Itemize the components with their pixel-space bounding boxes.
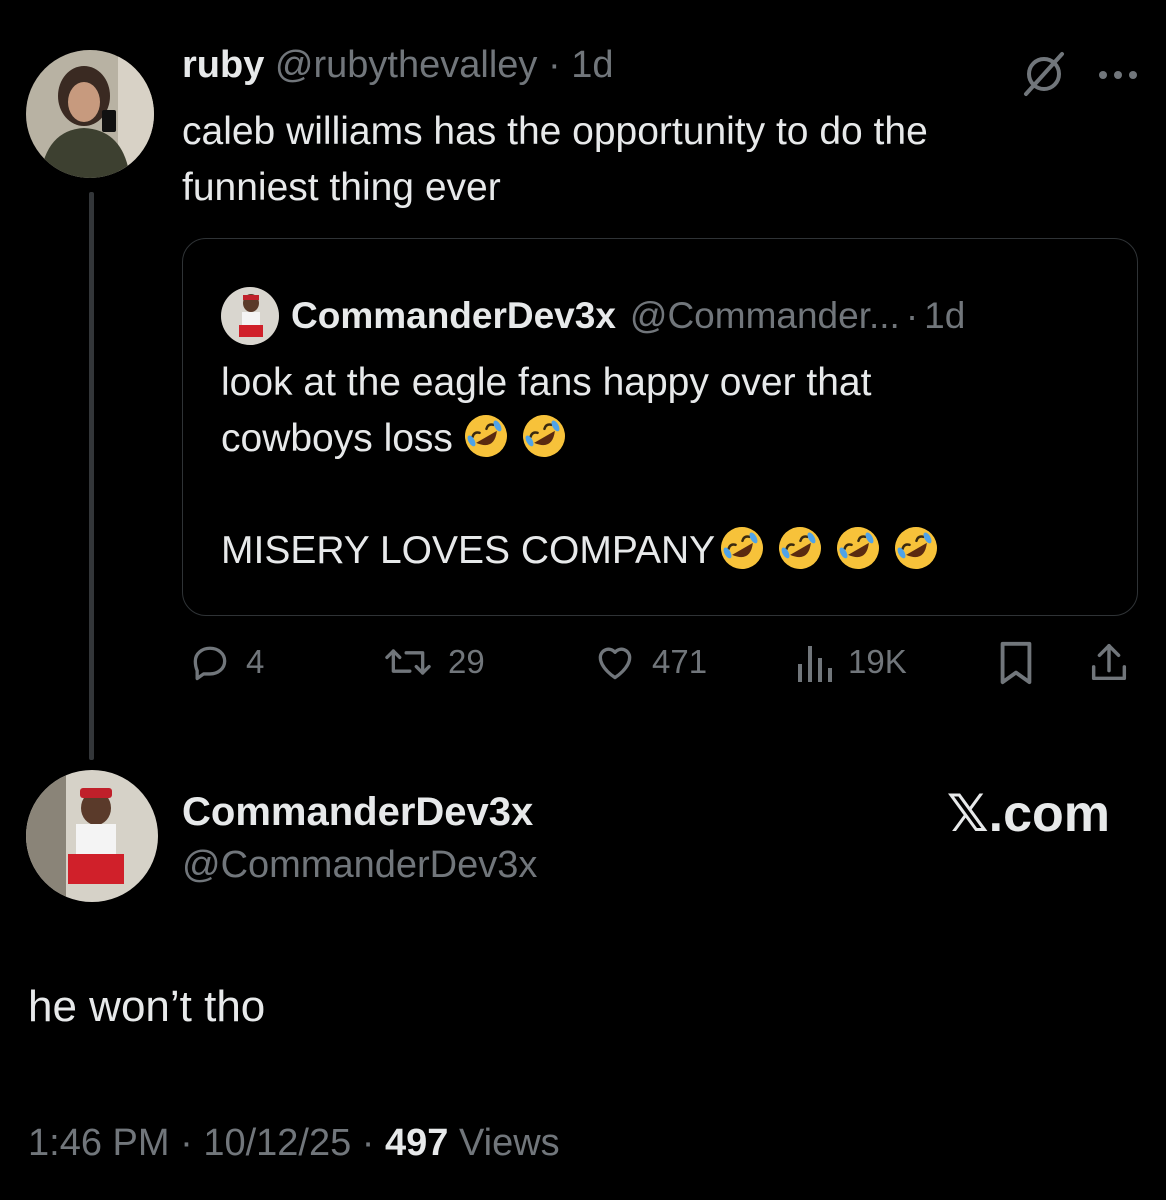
ruby-avatar[interactable] (26, 50, 154, 178)
quoted-line-1: look at the eagle fans happy over that (221, 355, 1101, 411)
laughing-emoji-icon (833, 523, 883, 573)
quoted-line-2-text: cowboys loss (221, 417, 453, 460)
x-brand-logo: 𝕏.com (946, 785, 1110, 843)
laughing-emoji-icon (717, 523, 767, 573)
commanderdev3x-avatar[interactable] (26, 770, 158, 902)
like-button[interactable]: 471 (592, 640, 707, 684)
meta-separator: · (180, 1122, 193, 1164)
meta-separator: · (361, 1122, 375, 1164)
views-label: Views (458, 1122, 560, 1164)
views-button[interactable]: 19K (794, 640, 907, 684)
reply-icon (193, 646, 227, 681)
quoted-line-3-text: MISERY LOVES COMPANY (221, 529, 716, 572)
share-button[interactable] (1086, 640, 1132, 686)
repost-icon (385, 649, 431, 675)
more-options-icon[interactable] (1098, 68, 1138, 86)
reply-text: he won’t tho (28, 982, 266, 1031)
timestamp[interactable]: 1d (571, 44, 613, 86)
handle[interactable]: @rubythevalley (275, 44, 537, 86)
laughing-emoji-icon (519, 411, 569, 461)
thread-line (89, 192, 94, 760)
share-icon (1091, 644, 1127, 681)
reply-handle[interactable]: @CommanderDev3x (182, 844, 537, 887)
quoted-display-name[interactable]: CommanderDev3x (291, 295, 616, 337)
repost-button[interactable]: 29 (382, 640, 485, 684)
tweet-top-icons (1018, 48, 1138, 105)
quoted-tweet-text: look at the eagle fans happy over that c… (221, 355, 1101, 579)
quoted-timestamp[interactable]: 1d (924, 295, 965, 337)
post-date[interactable]: 10/12/25 (203, 1122, 351, 1164)
reply-count: 4 (246, 643, 265, 680)
separator: · (547, 44, 561, 86)
tweet-text-line-2: funniest thing ever (182, 166, 501, 209)
views-count: 497 (385, 1122, 449, 1164)
bookmark-button[interactable] (996, 640, 1036, 686)
quoted-tweet-header: CommanderDev3x @Commander... · 1d (221, 287, 965, 345)
quoted-avatar (221, 287, 279, 345)
quoted-line-1-text: look at the eagle fans happy over that (221, 361, 872, 404)
tweet-text-line-1: caleb williams has the opportunity to do… (182, 110, 928, 153)
like-count: 471 (652, 643, 708, 680)
bookmark-icon (1000, 641, 1032, 685)
quoted-line-2: cowboys loss (221, 411, 1101, 467)
quoted-handle[interactable]: @Commander... (630, 295, 900, 337)
display-name[interactable]: ruby (182, 44, 264, 86)
laughing-emoji-icon (891, 523, 941, 573)
tweet-text: caleb williams has the opportunity to do… (182, 104, 1082, 216)
tweet-header: ruby @rubythevalley · 1d (182, 44, 613, 87)
analytics-icon (798, 646, 832, 682)
laughing-emoji-icon (461, 411, 511, 461)
reply-display-name[interactable]: CommanderDev3x (182, 790, 533, 835)
reply-button[interactable]: 4 (188, 640, 264, 684)
action-bar: 4 29 471 19K (182, 640, 1142, 700)
repost-count: 29 (448, 643, 485, 680)
quoted-tweet-card[interactable]: CommanderDev3x @Commander... · 1d look a… (182, 238, 1138, 616)
view-count: 19K (848, 643, 907, 680)
grok-icon[interactable] (1018, 48, 1070, 105)
tweet-meta: 1:46 PM · 10/12/25 · 497 Views (28, 1122, 560, 1165)
laughing-emoji-icon (775, 523, 825, 573)
quoted-line-3: MISERY LOVES COMPANY (221, 523, 1101, 579)
quoted-separator: · (905, 295, 919, 336)
post-time[interactable]: 1:46 PM (28, 1122, 170, 1164)
heart-icon (598, 647, 632, 680)
